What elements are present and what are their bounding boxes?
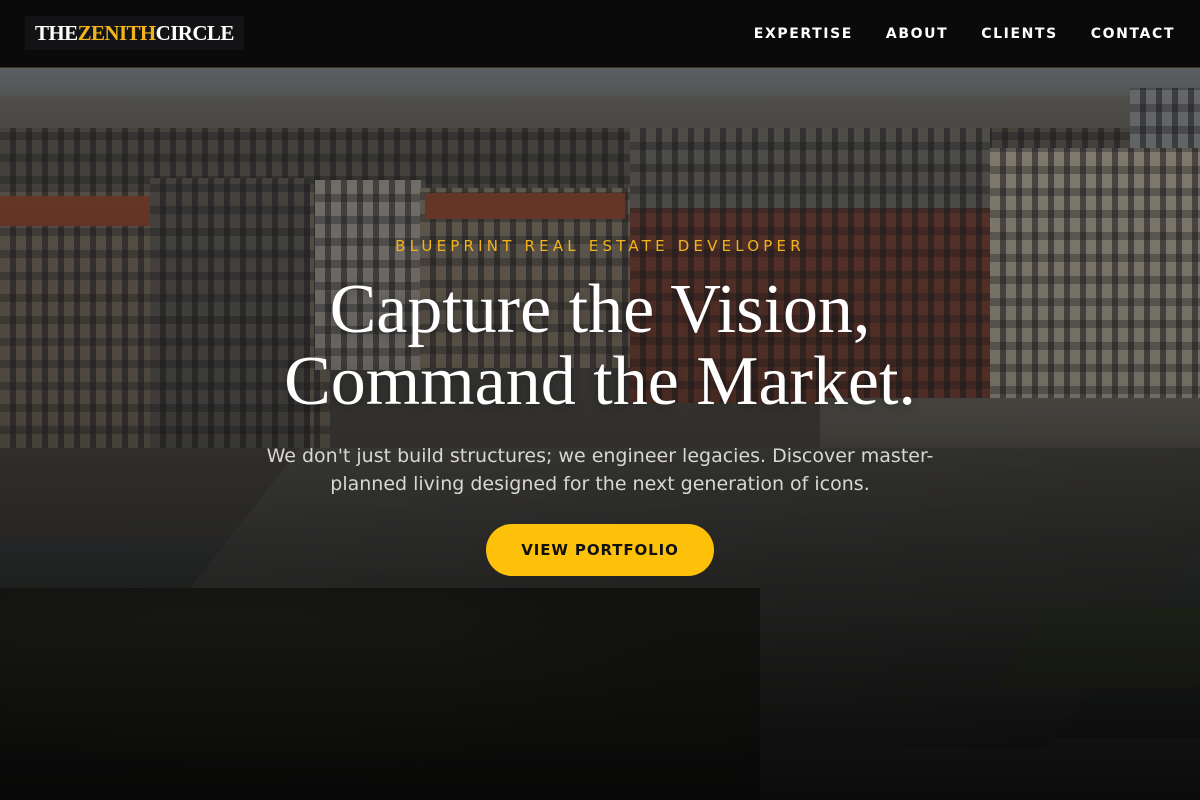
hero-subtext: We don't just build structures; we engin… [266,445,934,495]
nav-link-about[interactable]: ABOUT [886,26,948,42]
hero-headline-line2: Command the Market. [284,343,916,420]
main-nav: EXPERTISE ABOUT CLIENTS CONTACT [754,0,1175,68]
nav-link-contact[interactable]: CONTACT [1091,26,1175,42]
hero-eyebrow: BLUEPRINT REAL ESTATE DEVELOPER [395,237,805,255]
hero-content: BLUEPRINT REAL ESTATE DEVELOPER Capture … [0,68,1200,800]
view-portfolio-button[interactable]: VIEW PORTFOLIO [486,524,714,576]
hero-headline: Capture the Vision, Command the Market. [0,274,1200,418]
brand-logo[interactable]: THE ZENITH CIRCLE [25,16,244,50]
nav-link-clients[interactable]: CLIENTS [981,26,1058,42]
site-header: THE ZENITH CIRCLE EXPERTISE ABOUT CLIENT… [0,0,1200,68]
hero-headline-line1: Capture the Vision, [329,271,871,348]
brand-name-part2: CIRCLE [155,20,235,45]
nav-link-expertise[interactable]: EXPERTISE [754,26,853,42]
brand-name-accent: ZENITH [77,20,157,45]
brand-name-part1: THE [35,20,78,45]
